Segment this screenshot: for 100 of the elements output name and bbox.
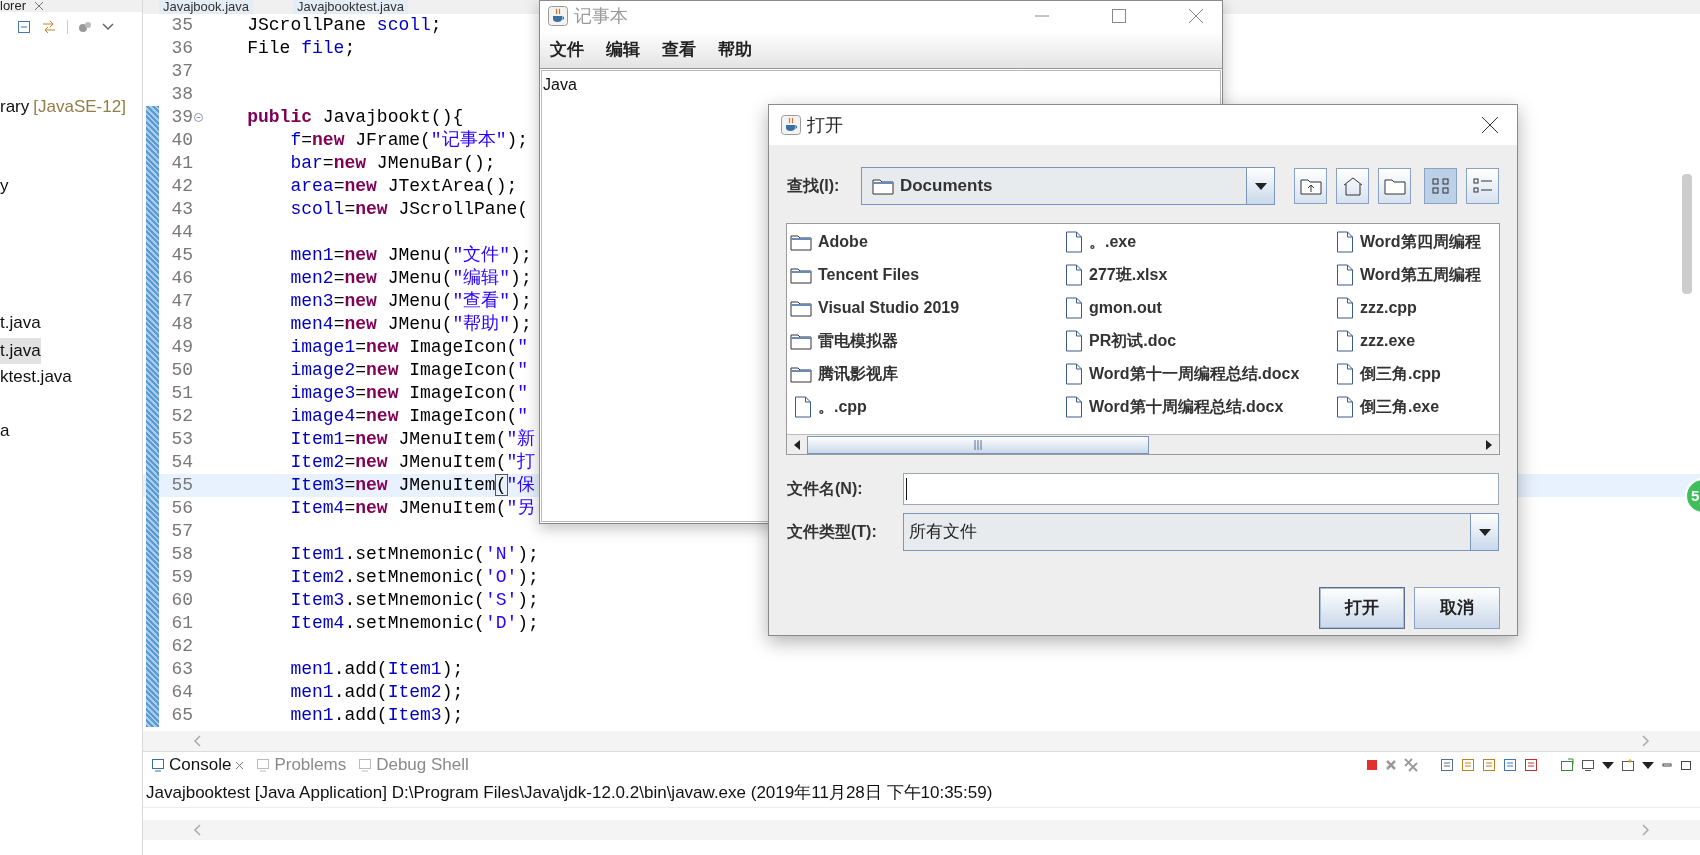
cup-icon xyxy=(548,6,568,26)
code-line: men2=new JMenu("编辑"); xyxy=(289,267,532,290)
tree-item[interactable]: y xyxy=(0,173,9,199)
code-line: Item1=new JMenuItem("新 xyxy=(289,428,536,451)
tree-item[interactable]: t.java xyxy=(0,310,41,336)
link-arrows-icon[interactable] xyxy=(41,20,57,34)
line-number: 44 xyxy=(170,221,193,244)
maximize-icon[interactable] xyxy=(1680,759,1692,771)
line-number: 63 xyxy=(170,658,193,681)
file-item[interactable]: zzz.cpp xyxy=(1332,291,1417,324)
page-icon[interactable] xyxy=(1461,758,1475,772)
text-content: Java xyxy=(543,76,577,93)
menu-item[interactable]: 文件 xyxy=(550,36,584,63)
menu-item[interactable]: 查看 xyxy=(662,36,696,63)
vertical-scrollbar[interactable] xyxy=(1682,174,1692,294)
new-console-icon[interactable] xyxy=(1621,758,1635,772)
caret-icon xyxy=(1602,761,1614,769)
code-line: scoll=new JScrollPane( xyxy=(289,198,529,221)
code-line: image2=new ImageIcon(" xyxy=(289,359,529,382)
file-item[interactable]: Visual Studio 2019 xyxy=(790,291,960,324)
menu-item[interactable]: 编辑 xyxy=(606,36,640,63)
file-item[interactable]: 。.cpp xyxy=(790,390,867,423)
file-item[interactable]: zzz.exe xyxy=(1332,324,1416,357)
list-button[interactable] xyxy=(1424,168,1457,204)
file-item[interactable]: Word第五周编程 xyxy=(1332,258,1481,291)
code-line: public Javajbookt(){ xyxy=(246,106,464,129)
document-icon xyxy=(1336,362,1354,385)
code-line: men1.add(Item1); xyxy=(289,658,464,681)
collapse-icon[interactable] xyxy=(17,20,31,34)
file-item[interactable]: 腾讯影视库 xyxy=(790,357,898,390)
page-icon[interactable] xyxy=(1440,758,1454,772)
view-menu-icon[interactable] xyxy=(102,23,114,31)
grip-icon xyxy=(974,439,982,450)
file-item[interactable]: 倒三角.exe xyxy=(1332,390,1440,423)
up-button[interactable] xyxy=(1294,168,1327,204)
file-item[interactable]: Adobe xyxy=(790,225,868,258)
page-icon[interactable] xyxy=(1524,758,1538,772)
document-icon xyxy=(1065,395,1083,418)
editor-tab[interactable]: Javajbook.java xyxy=(159,0,253,14)
caret-icon xyxy=(1642,761,1654,769)
horizontal-scrollbar[interactable] xyxy=(787,434,1499,454)
home-button[interactable] xyxy=(1336,168,1369,204)
line-number: 53 xyxy=(170,428,193,451)
document-icon xyxy=(1336,329,1354,352)
line-number: 39 xyxy=(170,106,193,129)
folder-icon xyxy=(790,364,812,383)
code-line: Item2.setMnemonic('O'); xyxy=(289,566,539,589)
tree-item[interactable]: rary [JavaSE-12] xyxy=(0,94,126,120)
file-item[interactable]: Word第十周编程总结.docx xyxy=(1061,390,1284,423)
line-number: 64 xyxy=(170,681,193,704)
menu-item[interactable]: 帮助 xyxy=(718,36,752,63)
page-icon[interactable] xyxy=(1482,758,1496,772)
line-number: 61 xyxy=(170,612,193,635)
folder-up-icon xyxy=(1299,177,1322,195)
look-in-dropdown[interactable]: Documents xyxy=(860,167,1275,205)
file-item[interactable]: gmon.out xyxy=(1061,291,1162,324)
code-line: File file; xyxy=(246,37,356,60)
home-icon xyxy=(1341,176,1364,196)
tree-item-decoration: [JavaSE-12] xyxy=(33,96,126,119)
pin-icon[interactable] xyxy=(1560,758,1574,772)
tree-item[interactable]: a xyxy=(0,418,10,444)
document-icon xyxy=(1065,329,1083,352)
file-item[interactable]: 277班.xlsx xyxy=(1061,258,1168,291)
file-item[interactable]: Word第十一周编程总结.docx xyxy=(1061,357,1300,390)
file-item[interactable]: Word第四周编程 xyxy=(1332,225,1481,258)
new-folder-button[interactable] xyxy=(1378,168,1411,204)
close-icon[interactable] xyxy=(1481,116,1499,134)
dialog-button[interactable]: 打开 xyxy=(1319,587,1405,629)
document-icon xyxy=(1336,230,1354,253)
file-item[interactable]: 。.exe xyxy=(1061,225,1137,258)
details-view-icon xyxy=(1472,177,1493,195)
file-name-input[interactable] xyxy=(903,473,1499,505)
close-all-icon[interactable] xyxy=(1404,758,1418,772)
details-button[interactable] xyxy=(1466,168,1499,204)
tree-item-label: rary xyxy=(0,96,30,119)
stop-icon[interactable] xyxy=(1366,759,1378,771)
file-item[interactable]: PR初试.doc xyxy=(1061,324,1177,357)
line-number: 60 xyxy=(170,589,193,612)
view-tab[interactable]: Console xyxy=(151,752,245,778)
file-item[interactable]: Tencent Files xyxy=(790,258,920,291)
code-line: image1=new ImageIcon(" xyxy=(289,336,529,359)
file-item[interactable]: 倒三角.cpp xyxy=(1332,357,1441,390)
editor-tab[interactable]: Javajbooktest.java xyxy=(293,0,408,14)
file-item[interactable]: 雷电模拟器 xyxy=(790,324,898,357)
document-icon xyxy=(1065,230,1083,253)
document-icon xyxy=(794,395,812,418)
dialog-title: 打开 xyxy=(807,113,843,137)
folder-icon xyxy=(790,232,812,251)
code-line: Item2=new JMenuItem("打 xyxy=(289,451,536,474)
display-icon[interactable] xyxy=(1581,758,1595,772)
tree-item[interactable]: t.java xyxy=(0,338,41,364)
code-line: f=new JFrame("记事本"); xyxy=(289,129,529,152)
code-line: Item3=new JMenuItem("保 xyxy=(289,474,536,497)
page-icon[interactable] xyxy=(1503,758,1517,772)
file-type-dropdown[interactable]: 所有文件 xyxy=(903,513,1499,551)
fold-icon[interactable] xyxy=(194,113,203,122)
tree-item[interactable]: ktest.java xyxy=(0,364,72,390)
filter-icon[interactable] xyxy=(78,20,92,34)
dialog-button[interactable]: 取消 xyxy=(1414,587,1500,629)
view-tab[interactable]: Debug Shell xyxy=(358,752,469,778)
